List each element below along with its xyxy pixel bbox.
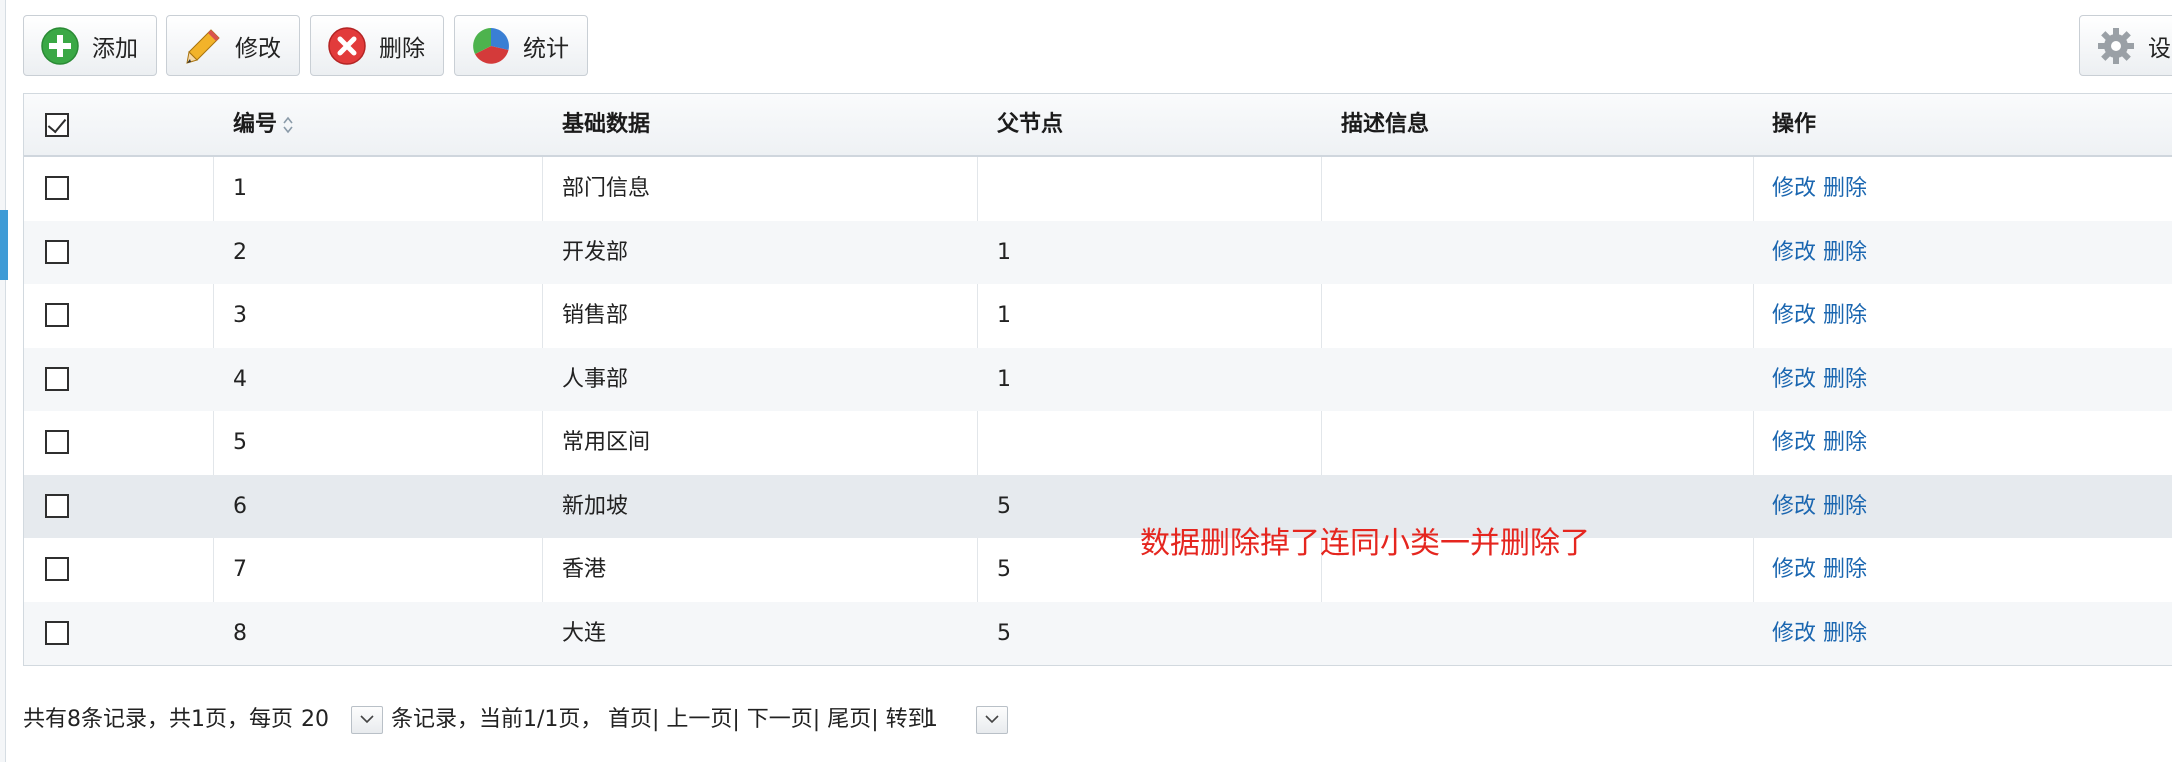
row-checkbox[interactable] bbox=[45, 430, 69, 454]
cell-base-data: 人事部 bbox=[562, 366, 629, 392]
row-checkbox[interactable] bbox=[45, 620, 69, 645]
cell-id: 2 bbox=[233, 239, 247, 265]
grid-header: 编号 基础数据 父节点 描述信息 操作 bbox=[24, 94, 2172, 157]
row-edit-link[interactable]: 修改 bbox=[1772, 494, 1816, 519]
row-delete-link[interactable]: 删除 bbox=[1823, 367, 1867, 392]
cell-id: 4 bbox=[233, 366, 247, 392]
row-edit-link[interactable]: 修改 bbox=[1772, 240, 1816, 265]
cell-base-data: 常用区间 bbox=[562, 430, 651, 455]
add-icon bbox=[41, 26, 79, 65]
row-checkbox[interactable] bbox=[45, 557, 69, 581]
row-checkbox[interactable] bbox=[45, 493, 69, 518]
column-header-description[interactable]: 描述信息 bbox=[1341, 94, 1429, 155]
cell-base-data: 大连 bbox=[562, 620, 607, 646]
table-row[interactable]: 6 新加坡 5 修改 删除 bbox=[24, 474, 2172, 538]
cell-base-data: 新加坡 bbox=[562, 493, 629, 519]
page-size-dropdown[interactable] bbox=[351, 706, 383, 734]
cell-actions: 修改 删除 bbox=[1772, 221, 1867, 284]
cell-actions: 修改 删除 bbox=[1772, 157, 1867, 220]
row-edit-link[interactable]: 修改 bbox=[1772, 303, 1816, 328]
row-delete-link[interactable]: 删除 bbox=[1823, 430, 1867, 455]
cell-actions: 修改 删除 bbox=[1772, 411, 1867, 474]
cell-base-data: 香港 bbox=[562, 557, 607, 582]
pie-chart-icon bbox=[473, 27, 509, 64]
row-delete-link[interactable]: 删除 bbox=[1823, 176, 1867, 201]
settings-button-label: 设 bbox=[2148, 35, 2171, 62]
edit-button-label: 修改 bbox=[235, 35, 281, 62]
column-header-parent[interactable]: 父节点 bbox=[997, 94, 1063, 155]
delete-icon bbox=[328, 26, 366, 65]
cell-parent: 1 bbox=[997, 239, 1011, 265]
column-header-actions: 操作 bbox=[1772, 112, 1817, 137]
page-size-value: 20 bbox=[301, 707, 329, 732]
cell-actions: 修改 删除 bbox=[1772, 475, 1867, 538]
table-row[interactable]: 1 部门信息 修改 删除 bbox=[24, 157, 2172, 221]
chevron-down-icon bbox=[360, 715, 374, 724]
table-row[interactable]: 8 大连 5 修改 删除 bbox=[24, 601, 2172, 665]
cell-parent: 1 bbox=[997, 303, 1011, 328]
row-delete-link[interactable]: 删除 bbox=[1823, 621, 1867, 646]
left-panel-tab[interactable] bbox=[0, 210, 8, 280]
delete-button[interactable]: 删除 bbox=[310, 15, 444, 76]
gear-icon bbox=[2098, 27, 2134, 64]
stats-button-label: 统计 bbox=[523, 35, 569, 62]
cell-base-data: 部门信息 bbox=[562, 176, 651, 201]
pager-nav-links[interactable]: 首页| 上一页| 下一页| 尾页| 转到 bbox=[608, 700, 930, 740]
pencil-icon bbox=[186, 28, 220, 64]
select-all-checkbox[interactable] bbox=[45, 113, 69, 137]
settings-button[interactable]: 设 bbox=[2079, 15, 2172, 76]
chevron-down-icon bbox=[985, 715, 999, 724]
row-checkbox[interactable] bbox=[45, 366, 69, 391]
table-row[interactable]: 4 人事部 1 修改 删除 bbox=[24, 347, 2172, 411]
cell-actions: 修改 删除 bbox=[1772, 284, 1867, 347]
row-edit-link[interactable]: 修改 bbox=[1772, 430, 1816, 455]
cell-actions: 修改 删除 bbox=[1772, 602, 1867, 665]
toolbar: 添加 修改 删除 统计 设 bbox=[0, 0, 2172, 92]
pager-summary: 共有8条记录，共1页，每页 bbox=[23, 707, 293, 732]
sort-icon bbox=[283, 116, 293, 134]
row-delete-link[interactable]: 删除 bbox=[1823, 494, 1867, 519]
cell-base-data: 销售部 bbox=[562, 303, 629, 328]
column-header-base-data[interactable]: 基础数据 bbox=[562, 94, 650, 155]
row-edit-link[interactable]: 修改 bbox=[1772, 176, 1816, 201]
cell-id: 5 bbox=[233, 430, 247, 455]
cell-parent: 5 bbox=[997, 557, 1011, 582]
row-delete-link[interactable]: 删除 bbox=[1823, 303, 1867, 328]
cell-id: 7 bbox=[233, 557, 247, 582]
goto-page-dropdown[interactable] bbox=[976, 706, 1008, 734]
goto-page-value: 1 bbox=[924, 707, 938, 732]
delete-button-label: 删除 bbox=[379, 35, 425, 62]
row-checkbox[interactable] bbox=[45, 176, 69, 200]
pager-records-current: 条记录，当前1/1页， bbox=[391, 707, 603, 732]
cell-base-data: 开发部 bbox=[562, 239, 629, 265]
stats-button[interactable]: 统计 bbox=[454, 15, 588, 76]
table-row[interactable]: 7 香港 5 修改 删除 bbox=[24, 538, 2172, 602]
cell-id: 3 bbox=[233, 303, 247, 328]
row-edit-link[interactable]: 修改 bbox=[1772, 557, 1816, 582]
cell-parent: 5 bbox=[997, 493, 1011, 519]
row-checkbox[interactable] bbox=[45, 303, 69, 327]
cell-actions: 修改 删除 bbox=[1772, 538, 1867, 601]
add-button-label: 添加 bbox=[92, 35, 138, 62]
data-grid: 编号 基础数据 父节点 描述信息 操作 1 部门信息 修改 删除 2 开发部 1 修改 删除… bbox=[23, 93, 2172, 666]
left-panel-edge bbox=[0, 0, 6, 762]
row-delete-link[interactable]: 删除 bbox=[1823, 557, 1867, 582]
cell-parent: 1 bbox=[997, 366, 1011, 392]
edit-button[interactable]: 修改 bbox=[166, 15, 300, 76]
annotation-text: 数据删除掉了连同小类一并删除了 bbox=[1140, 526, 1590, 561]
cell-id: 6 bbox=[233, 493, 247, 519]
table-row[interactable]: 5 常用区间 修改 删除 bbox=[24, 411, 2172, 475]
cell-parent: 5 bbox=[997, 620, 1011, 646]
column-header-id[interactable]: 编号 bbox=[233, 94, 295, 155]
row-delete-link[interactable]: 删除 bbox=[1823, 240, 1867, 265]
row-edit-link[interactable]: 修改 bbox=[1772, 367, 1816, 392]
add-button[interactable]: 添加 bbox=[23, 15, 157, 76]
cell-id: 8 bbox=[233, 620, 247, 646]
table-row[interactable]: 3 销售部 1 修改 删除 bbox=[24, 284, 2172, 348]
table-row[interactable]: 2 开发部 1 修改 删除 bbox=[24, 220, 2172, 284]
cell-actions: 修改 删除 bbox=[1772, 348, 1867, 411]
cell-id: 1 bbox=[233, 176, 247, 201]
row-checkbox[interactable] bbox=[45, 239, 69, 264]
row-edit-link[interactable]: 修改 bbox=[1772, 621, 1816, 646]
